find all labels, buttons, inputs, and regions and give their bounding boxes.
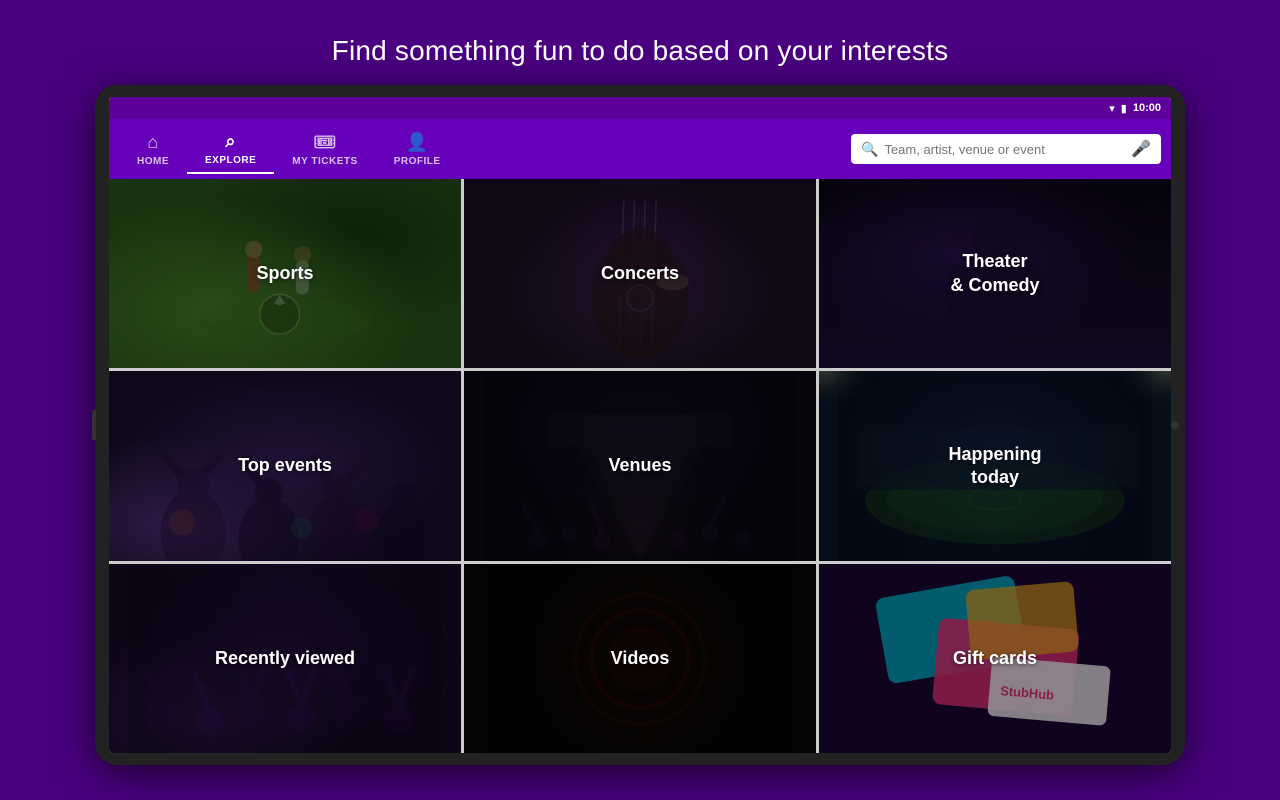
videos-bg [464, 564, 816, 753]
recently-bg [109, 564, 461, 753]
nav-label-home: HOME [137, 156, 169, 167]
tickets-icon: 🎟 [313, 132, 336, 153]
side-button [92, 410, 96, 440]
sports-bg [109, 179, 461, 368]
nav-tab-profile[interactable]: 👤 PROFILE [376, 126, 459, 173]
grid-cell-theater[interactable]: Theater& Comedy [819, 179, 1171, 368]
top-events-bg [109, 371, 461, 560]
status-bar: ▾ ▮ 10:00 [109, 97, 1171, 119]
happening-bg [819, 371, 1171, 560]
camera [1171, 421, 1179, 429]
mic-icon[interactable]: 🎤 [1131, 139, 1151, 159]
explore-icon: ⌕ [225, 131, 236, 152]
grid-cell-recently-viewed[interactable]: Recently viewed [109, 564, 461, 753]
search-input[interactable] [884, 142, 1125, 157]
nav-tab-home[interactable]: ⌂ HOME [119, 126, 187, 173]
grid-cell-gift-cards[interactable]: StubHub Gift cards [819, 564, 1171, 753]
nav-label-profile: PROFILE [394, 156, 441, 167]
search-bar[interactable]: 🔍 🎤 [851, 134, 1161, 164]
nav-tabs: ⌂ HOME ⌕ EXPLORE 🎟 MY TICKETS 👤 PROFILE [119, 125, 459, 174]
tablet-screen: ▾ ▮ 10:00 ⌂ HOME ⌕ EXPLORE 🎟 MY TICKETS [109, 97, 1171, 753]
grid-cell-concerts[interactable]: Concerts [464, 179, 816, 368]
nav-label-explore: EXPLORE [205, 155, 256, 166]
concerts-bg [464, 179, 816, 368]
search-icon: 🔍 [861, 141, 878, 158]
home-icon: ⌂ [147, 132, 158, 153]
category-grid: Sports [109, 179, 1171, 753]
nav-tab-my-tickets[interactable]: 🎟 MY TICKETS [274, 126, 375, 173]
venues-bg [464, 371, 816, 560]
status-time: 10:00 [1133, 102, 1161, 114]
grid-cell-top-events[interactable]: Top events [109, 371, 461, 560]
nav-tab-explore[interactable]: ⌕ EXPLORE [187, 125, 274, 174]
grid-cell-sports[interactable]: Sports [109, 179, 461, 368]
grid-cell-happening-today[interactable]: Happeningtoday [819, 371, 1171, 560]
grid-cell-venues[interactable]: Venues [464, 371, 816, 560]
nav-bar: ⌂ HOME ⌕ EXPLORE 🎟 MY TICKETS 👤 PROFILE … [109, 119, 1171, 179]
nav-label-tickets: MY TICKETS [292, 156, 357, 167]
battery-icon: ▮ [1121, 102, 1127, 115]
wifi-icon: ▾ [1109, 102, 1115, 115]
profile-icon: 👤 [406, 132, 429, 153]
theater-bg [819, 179, 1171, 368]
gift-cards-bg: StubHub [819, 564, 1171, 753]
tablet-frame: ▾ ▮ 10:00 ⌂ HOME ⌕ EXPLORE 🎟 MY TICKETS [95, 85, 1185, 765]
page-title: Find something fun to do based on your i… [332, 35, 949, 67]
grid-cell-videos[interactable]: Videos [464, 564, 816, 753]
